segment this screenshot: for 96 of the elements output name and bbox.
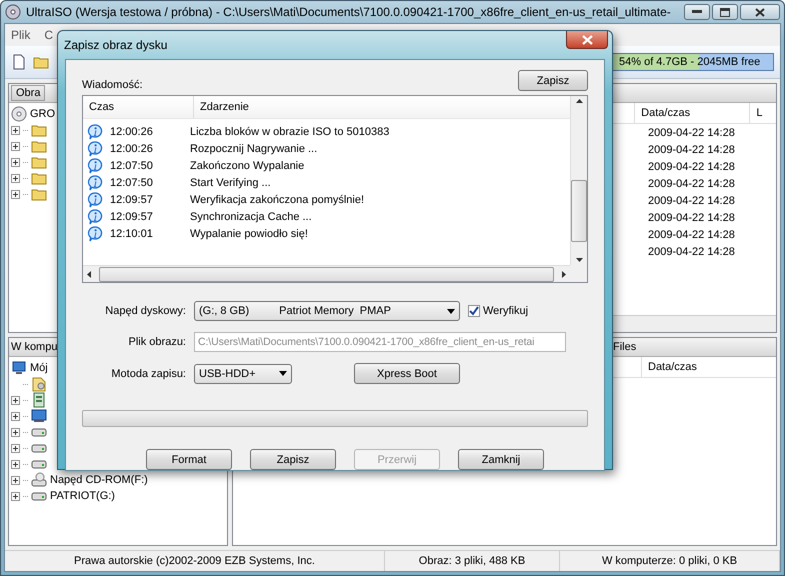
expand-icon[interactable] (11, 460, 20, 468)
event-cell: Weryfikacja zakończona pomyślnie! (190, 194, 364, 206)
tree-item[interactable]: PATRIOT(G:) (50, 490, 115, 502)
status-text: Prawa autorskie (c)2002-2009 EZB Systems, Inc. (5, 551, 385, 571)
scroll-right-icon[interactable] (562, 270, 566, 278)
time-cell-text: 12:00:26 (109, 126, 154, 138)
event-cell: Synchronizacja Cache ... (190, 210, 312, 222)
scroll-up-icon[interactable] (576, 99, 582, 103)
save-log-button[interactable]: Zapisz (518, 70, 588, 91)
field-label: Napęd dyskowy: (104, 305, 186, 317)
panel-tab[interactable]: Obra (11, 85, 46, 101)
event-cell: Wypalanie powiodło się! (190, 228, 308, 240)
disc-icon (11, 106, 27, 122)
xpress-boot-button[interactable]: Xpress Boot (354, 363, 460, 384)
close-button[interactable] (566, 31, 608, 49)
date-cell: 2009-04-22 14:28 (648, 144, 735, 156)
time-cell-text: 12:00:26 (109, 142, 154, 154)
minimize-icon (692, 10, 702, 14)
dialog-button[interactable]: Format (146, 449, 232, 470)
maximize-button[interactable] (712, 4, 738, 20)
dialog-button[interactable]: Zapisz (250, 449, 336, 470)
date-cell: 2009-04-22 14:28 (648, 178, 735, 190)
date-cell: 2009-04-22 14:28 (648, 194, 735, 206)
column-header[interactable]: Czas (83, 96, 194, 118)
expand-icon[interactable] (11, 492, 20, 500)
info-icon (87, 124, 103, 140)
expand-icon[interactable] (11, 476, 20, 484)
date-cell: 2009-04-22 14:28 (648, 228, 735, 240)
time-cell-text: 12:09:57 (109, 210, 154, 222)
maximize-icon (720, 8, 730, 16)
cabinet-icon (31, 392, 47, 408)
scroll-down-icon[interactable] (576, 258, 582, 262)
log-label: Wiadomość: (82, 79, 143, 91)
event-cell: Start Verifying ... (190, 176, 271, 188)
close-icon (582, 34, 592, 44)
expand-icon[interactable] (11, 428, 20, 436)
window-title: UltraISO (Wersja testowa / próbna) - C:\Users\Mati\Documents\7100.0.090421-1700_x86fre_client_en-us_retail_ultimate- (26, 5, 672, 19)
status-text: W komputerze: 0 pliki, 0 KB (560, 551, 780, 571)
info-icon (87, 192, 103, 208)
expand-icon[interactable] (11, 126, 20, 134)
info-icon (87, 140, 103, 156)
scroll-left-icon[interactable] (87, 270, 91, 278)
expand-icon[interactable] (11, 174, 20, 182)
scrollbar-thumb[interactable] (571, 180, 587, 242)
event-cell: Rozpocznij Nagrywanie ... (190, 142, 318, 154)
field-label: Plik obrazu: (128, 336, 186, 348)
monitor-icon (31, 408, 47, 424)
menu-item[interactable]: C (44, 28, 54, 42)
checkbox-label: Weryfikuj (483, 305, 528, 317)
expand-icon[interactable] (11, 158, 20, 166)
field-label: Motoda zapisu: (110, 368, 186, 380)
date-cell: 2009-04-22 14:28 (648, 212, 735, 224)
drive-dropdown[interactable]: (G:, 8 GB) Patriot Memory PMAP (194, 301, 460, 321)
time-cell-text: 12:10:01 (109, 228, 154, 240)
status-text: Obraz: 3 pliki, 488 KB (385, 551, 560, 571)
panel-title: W kompu (11, 341, 58, 353)
method-dropdown[interactable]: USB-HDD+ (194, 364, 292, 384)
dialog-title: Zapisz obraz dysku (64, 38, 168, 52)
expand-icon[interactable] (11, 396, 20, 404)
time-cell-text: 12:07:50 (109, 160, 154, 172)
close-button[interactable] (740, 4, 780, 20)
expand-icon[interactable] (11, 444, 20, 452)
disc-icon (5, 4, 21, 20)
info-icon (87, 174, 103, 190)
column-header[interactable]: Data/czas (641, 357, 758, 377)
time-cell-text: 12:07:50 (109, 176, 154, 188)
documents-icon (31, 376, 47, 392)
info-icon (87, 158, 103, 174)
caret-icon (279, 371, 287, 376)
tree-item[interactable]: Napęd CD-ROM(F:) (50, 474, 148, 486)
expand-icon[interactable] (11, 142, 20, 150)
minimize-button[interactable] (684, 4, 710, 20)
tree-root[interactable]: GRO (30, 108, 56, 120)
date-cell: 2009-04-22 14:28 (648, 126, 735, 138)
close-icon (755, 8, 765, 16)
expand-icon[interactable] (11, 412, 20, 420)
expand-icon[interactable] (11, 190, 20, 198)
column-header[interactable]: Data/czas (634, 103, 750, 123)
scrollbar-thumb[interactable] (99, 266, 554, 282)
panel-title: Files (613, 341, 636, 353)
event-cell: Zakończono Wypalanie (190, 160, 304, 172)
column-header[interactable]: L (749, 103, 776, 123)
new-file-icon[interactable] (11, 54, 27, 70)
dialog-button[interactable]: Zamknij (458, 449, 544, 470)
info-icon (87, 226, 103, 242)
computer-icon (11, 360, 27, 376)
verify-checkbox[interactable] (468, 305, 480, 317)
date-cell: 2009-04-22 14:28 (648, 246, 735, 258)
time-cell-text: 12:09:57 (109, 194, 154, 206)
tree-root[interactable]: Mój (30, 362, 48, 374)
info-icon (87, 208, 103, 224)
menu-item[interactable]: Plik (11, 28, 30, 42)
date-cell: 2009-04-22 14:28 (648, 160, 735, 172)
event-cell: Liczba bloków w obrazie ISO to 5010383 (190, 126, 390, 138)
capacity-bar: 54% of 4.7GB - 2045MB free (612, 53, 774, 71)
column-header[interactable]: Zdarzenie (194, 96, 249, 118)
